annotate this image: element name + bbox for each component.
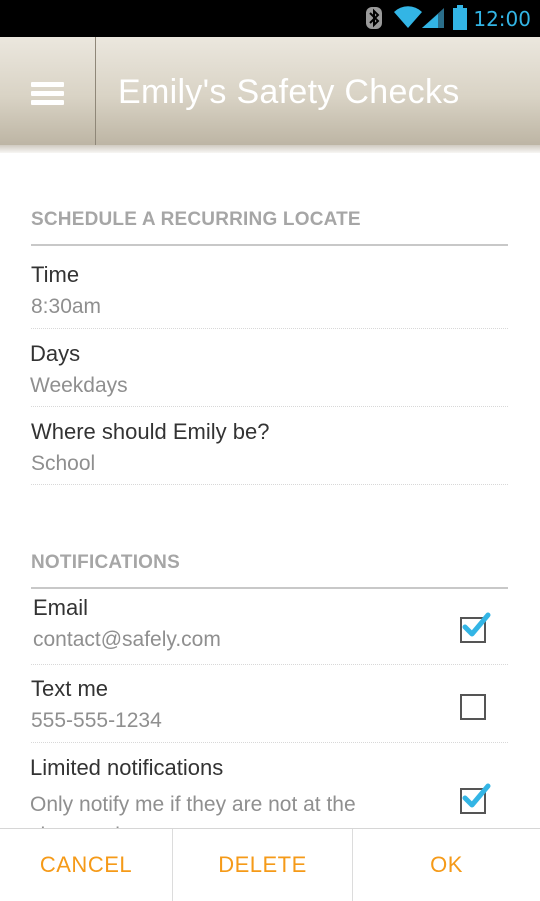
signal-icon: [421, 7, 445, 34]
section-header-schedule: SCHEDULE A RECURRING LOCATE: [31, 209, 508, 246]
setting-title: Where should Emily be?: [31, 419, 270, 444]
ok-button[interactable]: OK: [353, 829, 540, 901]
checkmark-icon: [462, 783, 491, 808]
settings-list[interactable]: SCHEDULE A RECURRING LOCATE Time 8:30am …: [0, 153, 540, 828]
text-checkbox[interactable]: [460, 694, 486, 720]
page-title: Emily's Safety Checks: [118, 73, 460, 111]
email-checkbox[interactable]: [460, 612, 491, 643]
cancel-button[interactable]: CANCEL: [0, 829, 173, 901]
setting-row-limited[interactable]: Limited notifications Only notify me if …: [30, 742, 508, 828]
setting-value: School: [31, 452, 96, 475]
setting-value: 555-555-1234: [31, 709, 162, 732]
button-bar: CANCEL DELETE OK: [0, 828, 540, 901]
status-time: 12:00: [473, 7, 531, 31]
delete-button[interactable]: DELETE: [173, 829, 353, 901]
setting-title: Days: [30, 341, 81, 366]
action-bar-shadow: [0, 145, 540, 153]
setting-row-email[interactable]: Email contact@safely.com: [31, 584, 508, 665]
limited-checkbox[interactable]: [460, 783, 491, 814]
wifi-icon: [393, 5, 423, 34]
setting-title: Limited notifications: [30, 755, 224, 780]
battery-icon: [452, 5, 468, 36]
setting-title: Email: [33, 595, 89, 620]
action-bar: Emily's Safety Checks: [0, 37, 540, 145]
setting-row-text[interactable]: Text me 555-555-1234: [31, 664, 508, 743]
setting-value: 8:30am: [31, 295, 102, 318]
setting-value: Only notify me if they are not at the ch…: [30, 793, 356, 828]
checkmark-icon: [462, 612, 491, 637]
bluetooth-icon: [365, 6, 383, 35]
status-bar: 12:00: [0, 0, 540, 37]
setting-row-days[interactable]: Days Weekdays: [30, 328, 508, 407]
setting-row-location[interactable]: Where should Emily be? School: [31, 406, 508, 485]
setting-value: contact@safely.com: [33, 628, 221, 651]
setting-value: Weekdays: [30, 374, 128, 397]
setting-row-time[interactable]: Time 8:30am: [31, 257, 508, 329]
menu-button[interactable]: [0, 37, 96, 145]
setting-title: Text me: [31, 676, 109, 701]
setting-title: Time: [31, 262, 80, 287]
